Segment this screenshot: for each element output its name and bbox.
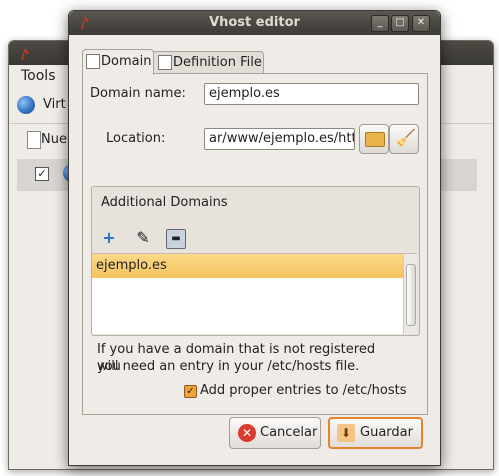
maximize-icon[interactable]: □	[391, 15, 409, 32]
background-header-label: Virt	[43, 97, 66, 112]
app-icon	[21, 48, 29, 60]
save-icon: ⬇	[337, 424, 355, 442]
save-button[interactable]: ⬇ Guardar	[328, 417, 423, 449]
cancel-button-label: Cancelar	[260, 425, 318, 440]
tab-definition-file-label: Definition File	[173, 55, 262, 70]
dialog-titlebar[interactable]: Vhost editor _ □ ✕	[69, 11, 440, 35]
additional-domains-title: Additional Domains	[101, 195, 228, 210]
hosts-checkbox[interactable]: ✓	[184, 385, 197, 398]
tab-definition-file[interactable]: Definition File	[152, 51, 264, 74]
domain-tab-icon	[86, 54, 100, 69]
new-document-icon	[27, 131, 41, 149]
browse-folder-button[interactable]	[359, 124, 389, 154]
additional-domains-list[interactable]: ejemplo.es	[92, 253, 417, 334]
vhost-editor-dialog: Vhost editor _ □ ✕ Domain Definition Fil…	[68, 10, 441, 466]
domain-name-label: Domain name:	[90, 86, 186, 101]
cancel-icon: ✕	[238, 424, 256, 442]
hosts-info-line-2: will need an entry in your /etc/hosts fi…	[97, 359, 360, 374]
add-icon[interactable]: +	[100, 229, 118, 247]
list-item-label: ejemplo.es	[96, 258, 167, 273]
list-scrollbar[interactable]	[403, 254, 417, 334]
domain-name-field[interactable]: ejemplo.es	[204, 83, 419, 105]
globe-icon	[17, 96, 35, 114]
broom-icon: 🧹	[396, 128, 416, 147]
cancel-button[interactable]: ✕ Cancelar	[229, 417, 321, 449]
scrollbar-thumb[interactable]	[406, 264, 416, 326]
folder-icon	[365, 132, 385, 147]
document-icon	[158, 55, 172, 70]
location-field[interactable]: ar/www/ejemplo.es/http	[204, 128, 355, 150]
row-checkbox[interactable]: ✓	[35, 167, 49, 181]
minimize-icon[interactable]: _	[371, 15, 389, 32]
location-label: Location:	[106, 131, 166, 146]
hosts-checkbox-label[interactable]: Add proper entries to /etc/hosts	[200, 383, 407, 398]
remove-icon[interactable]: ▬	[166, 229, 186, 249]
close-icon[interactable]: ✕	[412, 15, 430, 32]
clear-location-button[interactable]: 🧹	[389, 124, 419, 154]
menu-tools[interactable]: Tools	[21, 68, 56, 84]
edit-icon[interactable]: ✎	[134, 229, 152, 247]
list-item[interactable]: ejemplo.es	[92, 254, 404, 278]
tab-domain-label: Domain	[101, 54, 152, 69]
save-button-label: Guardar	[360, 425, 413, 440]
additional-domains-frame: Additional Domains + ✎ ▬ ejemplo.es	[91, 186, 420, 336]
tab-domain[interactable]: Domain	[82, 49, 154, 75]
new-button[interactable]: Nue	[41, 132, 67, 147]
